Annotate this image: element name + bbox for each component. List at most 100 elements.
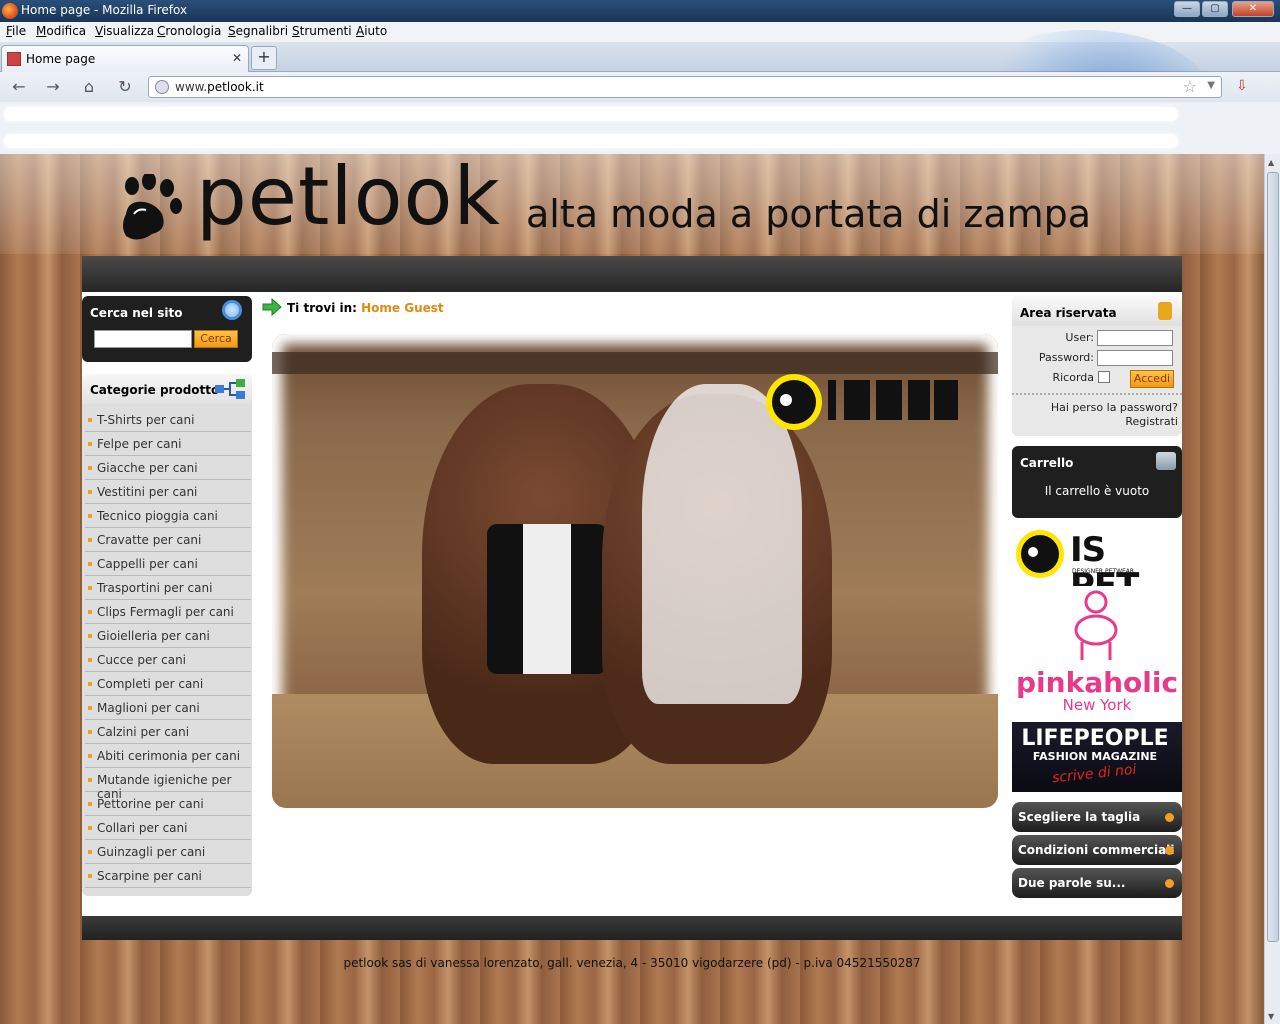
orange-dot-icon: [1165, 879, 1174, 888]
address-bar[interactable]: www.petlook.it ☆ ▼: [148, 76, 1222, 98]
new-tab-button[interactable]: +: [251, 46, 277, 70]
pinkaholic-sub: New York: [1062, 696, 1132, 714]
search-box-title: Cerca nel sito: [90, 306, 183, 320]
category-item[interactable]: Guinzagli per cani: [85, 840, 251, 864]
menu-aiuto[interactable]: Aiuto: [356, 24, 387, 38]
category-item[interactable]: Felpe per cani: [85, 432, 251, 456]
menu-visualizza[interactable]: Visualizza: [95, 24, 154, 38]
vertical-scrollbar[interactable]: ▲ ▼: [1264, 154, 1280, 1024]
remember-checkbox[interactable]: [1098, 371, 1110, 383]
magnifier-icon: [222, 300, 242, 320]
lifepeople-name: LIFEPEOPLE: [1021, 726, 1169, 751]
breadcrumb-link[interactable]: Home Guest: [361, 301, 444, 315]
menu-segnalibri[interactable]: Segnalibri: [228, 24, 288, 38]
register-link[interactable]: Registrati: [1125, 415, 1178, 428]
category-item[interactable]: Tecnico pioggia cani: [85, 504, 251, 528]
window-titlebar: Home page - Mozilla Firefox — ▢ ✕: [0, 0, 1280, 22]
reload-icon[interactable]: ↻: [114, 77, 136, 97]
forward-arrow-icon[interactable]: →: [42, 77, 64, 97]
terms-button[interactable]: Condizioni commerciali: [1012, 835, 1182, 865]
download-icon[interactable]: ⇩: [1236, 78, 1254, 96]
paw-logo-icon: [123, 174, 182, 240]
tab-label: Home page: [26, 52, 96, 66]
address-prefix: www.: [175, 80, 208, 94]
size-guide-button[interactable]: Scegliere la taglia: [1012, 802, 1182, 832]
green-arrow-icon: [262, 298, 282, 316]
breadcrumb-text: Ti trovi in: Home Guest: [287, 301, 444, 315]
category-item[interactable]: Maglioni per cani: [85, 696, 251, 720]
ispet-logo-icon: [766, 374, 958, 430]
padlock-icon: [1158, 302, 1172, 320]
category-item[interactable]: Cravatte per cani: [85, 528, 251, 552]
scroll-up-icon[interactable]: ▲: [1268, 158, 1274, 167]
category-item[interactable]: Giacche per cani: [85, 456, 251, 480]
category-item[interactable]: Vestitini per cani: [85, 480, 251, 504]
category-item[interactable]: Cappelli per cani: [85, 552, 251, 576]
category-item[interactable]: Cucce per cani: [85, 648, 251, 672]
menu-cronologia[interactable]: Cronologia: [157, 24, 221, 38]
window-title: Home page - Mozilla Firefox: [21, 3, 188, 17]
tab-home-page[interactable]: Home page ✕: [1, 45, 249, 72]
chevron-down-icon[interactable]: ▼: [1207, 80, 1215, 91]
site-identity-icon[interactable]: [155, 80, 169, 94]
footer-text: petlook sas di vanessa lorenzato, gall. …: [343, 956, 921, 970]
category-header: Categorie prodotto: [82, 374, 252, 404]
home-icon[interactable]: ⌂: [78, 77, 100, 97]
maximize-button[interactable]: ▢: [1202, 1, 1228, 17]
search-input[interactable]: [94, 330, 192, 348]
address-text: www.petlook.it: [175, 80, 264, 94]
hero-dogs-photo: [272, 334, 998, 808]
close-tab-icon[interactable]: ✕: [232, 51, 242, 65]
cart-title: Carrello: [1020, 456, 1074, 470]
lost-password-link[interactable]: Hai perso la password?: [1051, 401, 1178, 414]
category-item[interactable]: Mutande igieniche per cani: [85, 768, 251, 801]
cart-empty-text: Il carrello è vuoto: [1044, 484, 1150, 498]
pinkaholic-banner[interactable]: pinkaholic New York: [1012, 586, 1182, 714]
firefox-logo-icon: [2, 3, 18, 19]
scrollbar-thumb[interactable]: [1267, 172, 1279, 942]
about-button[interactable]: Due parole su...: [1012, 868, 1182, 898]
search-button[interactable]: Cerca: [194, 330, 238, 348]
category-item[interactable]: Gioielleria per cani: [85, 624, 251, 648]
category-box: Categorie prodotto T-Shirts per cani Fel…: [82, 374, 252, 896]
category-item[interactable]: Clips Fermagli per cani: [85, 600, 251, 624]
site-slogan: alta moda a portata di zampa: [526, 192, 1092, 236]
lifepeople-tag: scrive di noi: [1051, 761, 1138, 787]
category-item[interactable]: Collari per cani: [85, 816, 251, 840]
menu-file[interactable]: File: [6, 24, 26, 38]
back-arrow-icon[interactable]: ←: [8, 77, 30, 97]
bottom-bar: [82, 916, 1182, 940]
menu-modifica[interactable]: Modifica: [36, 24, 86, 38]
category-item[interactable]: Pettorine per cani: [85, 792, 251, 816]
scroll-down-icon[interactable]: ▼: [1268, 1012, 1274, 1021]
password-label: Password:: [1038, 351, 1094, 364]
category-item[interactable]: Abiti cerimonia per cani: [85, 744, 251, 768]
login-divider: [1012, 393, 1182, 395]
site-brand[interactable]: petlook: [196, 150, 501, 243]
groom-tuxedo: [487, 524, 607, 674]
cart-box: Carrello Il carrello è vuoto: [1012, 446, 1182, 518]
ispet-banner[interactable]: IS PET DESIGNER PETWEAR: [1012, 528, 1182, 604]
orange-dot-icon: [1165, 846, 1174, 855]
minimize-button[interactable]: —: [1174, 1, 1200, 17]
category-item[interactable]: Scarpine per cani: [85, 864, 251, 888]
user-label: User:: [1065, 331, 1094, 344]
redacted-toolbar-row: [4, 134, 1178, 148]
orange-dot-icon: [1165, 813, 1174, 822]
category-item[interactable]: Trasportini per cani: [85, 576, 251, 600]
search-box: Cerca nel sito Cerca: [82, 296, 252, 362]
lifepeople-banner[interactable]: LIFEPEOPLE FASHION MAGAZINE scrive di no…: [1012, 722, 1182, 792]
category-item[interactable]: T-Shirts per cani: [85, 408, 251, 432]
login-header: Area riservata: [1012, 296, 1182, 326]
bookmark-star-icon[interactable]: ☆: [1183, 77, 1197, 96]
close-window-button[interactable]: ✕: [1232, 1, 1274, 17]
user-input[interactable]: [1097, 330, 1173, 346]
login-title: Area riservata: [1020, 306, 1117, 320]
category-item[interactable]: Completi per cani: [85, 672, 251, 696]
password-input[interactable]: [1097, 350, 1173, 366]
menu-strumenti[interactable]: Strumenti: [292, 24, 352, 38]
cart-icon: [1156, 452, 1176, 470]
category-item[interactable]: Calzini per cani: [85, 720, 251, 744]
login-box: Area riservata User: Password: Ricorda A…: [1012, 296, 1182, 436]
login-button[interactable]: Accedi: [1130, 370, 1174, 388]
